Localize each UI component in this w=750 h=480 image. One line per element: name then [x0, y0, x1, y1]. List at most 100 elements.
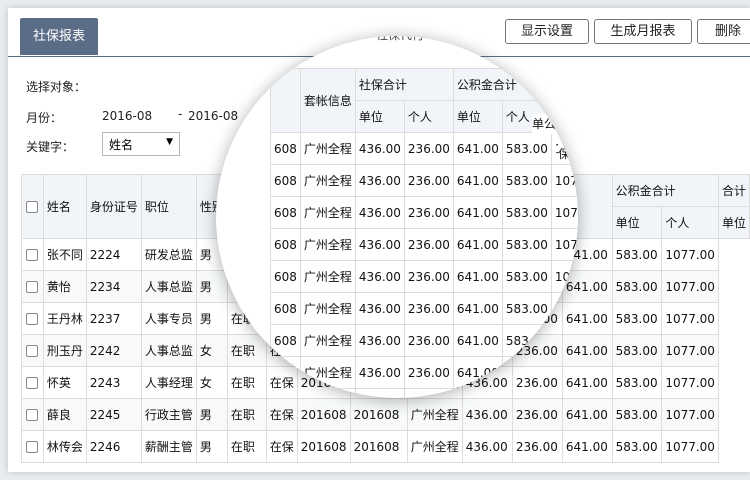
cell-f-unit: 641.00: [561, 398, 613, 431]
mag-cell-f-person: 583.00: [501, 132, 552, 165]
cell-total: 1077.00: [661, 270, 719, 303]
checkbox[interactable]: [26, 377, 39, 389]
cell-id: 2234: [85, 270, 142, 303]
mag-cell-s-person: 236.00: [403, 356, 454, 389]
cell-m1: 201608: [296, 398, 351, 431]
cell-id: 2242: [85, 334, 142, 367]
report-panel: 社保报表 显示设置 生成月报表 删除 选择对象： 月份： 2016-08 - 2…: [8, 8, 750, 472]
cell-f-person: 583.00: [611, 302, 663, 335]
mag-cell-f-person: 583.00: [501, 356, 552, 389]
checkbox[interactable]: [26, 409, 39, 421]
mag-header-unit: 单位: [452, 100, 503, 133]
select-all-cell: [21, 174, 44, 239]
cell-id: 2237: [85, 302, 142, 335]
cell-total: 1077.00: [661, 398, 719, 431]
mag-cell-s-person: 236.00: [403, 324, 454, 357]
tab-social-report[interactable]: 社保报表: [20, 18, 98, 55]
cell-position: 薪酬主管: [140, 430, 197, 463]
table-row[interactable]: 林传会 2246 薪酬主管男在职 在保 201608 201608 广州全程 436.00 23…: [21, 430, 750, 463]
cell-s-unit: 436.00: [461, 430, 513, 463]
cell-id: 2224: [85, 238, 142, 271]
mag-row: 608广州全程436.00236.00641.00583.001077.00: [270, 388, 578, 398]
header-fund-person: 个人: [661, 206, 719, 239]
checkbox[interactable]: [26, 441, 39, 453]
row-select-cell: [21, 302, 44, 335]
cell-gender: 男: [195, 302, 228, 335]
mag-cell-f-unit: 641.00: [452, 388, 503, 398]
table-row[interactable]: 薛良 2245 行政主管男在职 在保 201608 201608 广州全程 436.00 236…: [21, 398, 750, 431]
mag-cell-s-unit: 436.00: [354, 260, 405, 293]
cell-f-person: 583.00: [611, 270, 663, 303]
cell-position: 人事经理: [140, 366, 197, 399]
mag-cell-period: 608: [270, 324, 301, 357]
mag-cell-total: 1077.00: [550, 324, 578, 357]
cell-position: 行政主管: [140, 398, 197, 431]
cell-id: 2243: [85, 366, 142, 399]
cell-name: 薛良: [42, 398, 87, 431]
mag-cell-s-person: 236.00: [403, 292, 454, 325]
mag-cell-s-unit: 436.00: [354, 164, 405, 197]
mag-cell-total: 1077.00: [550, 292, 578, 325]
magnifier-lens: 社保代付 套帐信息社保合计公积金合计单位个人单位个人单位608广州全程436.0…: [216, 36, 578, 398]
cell-position: 人事总监: [140, 334, 197, 367]
month-label: 月份：: [26, 111, 63, 125]
mag-cell-total: 1077.00: [550, 196, 578, 229]
cell-name: 林传会: [42, 430, 87, 463]
cell-m1: 201608: [296, 430, 351, 463]
row-select-cell: [21, 238, 44, 271]
cell-status: 在职: [226, 430, 267, 463]
cell-city: 广州全程: [406, 430, 463, 463]
month-to-input[interactable]: 2016-08: [188, 109, 238, 123]
header-total: 合计: [717, 174, 750, 207]
checkbox[interactable]: [26, 281, 39, 293]
header-position: 职位: [140, 174, 197, 239]
cell-total: 1077.00: [661, 302, 719, 335]
mag-cell-period: 608: [270, 132, 301, 165]
mag-fund-total: 公积金合计: [452, 68, 552, 101]
mag-cell-f-person: 583.00: [501, 388, 552, 398]
display-settings-button[interactable]: 显示设置: [505, 19, 589, 44]
cell-total: 1077.00: [661, 238, 719, 271]
row-select-cell: [21, 398, 44, 431]
mag-cell-period: 608: [270, 164, 301, 197]
mag-row: 608广州全程436.00236.00641.00583.001077.00: [270, 260, 578, 293]
mag-row: 608广州全程436.00236.00641.00583.001077.00: [270, 292, 578, 325]
mag-cell-city: 广州全程: [299, 388, 356, 398]
month-separator: -: [178, 107, 183, 121]
cell-gender: 男: [195, 430, 228, 463]
target-label: 选择对象：: [26, 80, 87, 94]
mag-cell-city: 广州全程: [299, 292, 356, 325]
mag-cell-f-unit: 641.00: [452, 164, 503, 197]
mag-cell-s-unit: 436.00: [354, 356, 405, 389]
month-from-input[interactable]: 2016-08: [102, 109, 152, 123]
delete-button[interactable]: 删除: [697, 19, 750, 44]
checkbox[interactable]: [26, 313, 39, 325]
cell-f-person: 583.00: [611, 398, 663, 431]
cell-total: 1077.00: [661, 430, 719, 463]
mag-cell-s-person: 236.00: [403, 132, 454, 165]
cell-position: 研发总监: [140, 238, 197, 271]
checkbox[interactable]: [26, 201, 39, 213]
header-name: 姓名: [42, 174, 87, 239]
cell-name: 黄怡: [42, 270, 87, 303]
mag-cell-city: 广州全程: [299, 196, 356, 229]
cell-name: 张不同: [42, 238, 87, 271]
keyword-label: 关键字：: [26, 140, 75, 154]
checkbox[interactable]: [26, 249, 39, 261]
generate-monthly-report-button[interactable]: 生成月报表: [594, 19, 692, 44]
cell-gender: 女: [195, 366, 228, 399]
cell-s-person: 236.00: [511, 430, 563, 463]
cell-status: 在职: [226, 334, 267, 367]
keyword-select-value: 姓名: [109, 138, 134, 152]
cell-name: 怀英: [42, 366, 87, 399]
header-id: 身份证号: [85, 174, 142, 239]
keyword-select[interactable]: 姓名 ▼: [102, 132, 180, 156]
mag-cell-city: 广州全程: [299, 228, 356, 261]
checkbox[interactable]: [26, 345, 39, 357]
screen: 社保报表 显示设置 生成月报表 删除 选择对象： 月份： 2016-08 - 2…: [0, 0, 750, 480]
mag-cell-period: 608: [270, 356, 301, 389]
cell-name: 王丹林: [42, 302, 87, 335]
cell-city: 广州全程: [406, 398, 463, 431]
cell-f-person: 583.00: [611, 334, 663, 367]
mag-cell-f-person: 583.00: [501, 324, 552, 357]
